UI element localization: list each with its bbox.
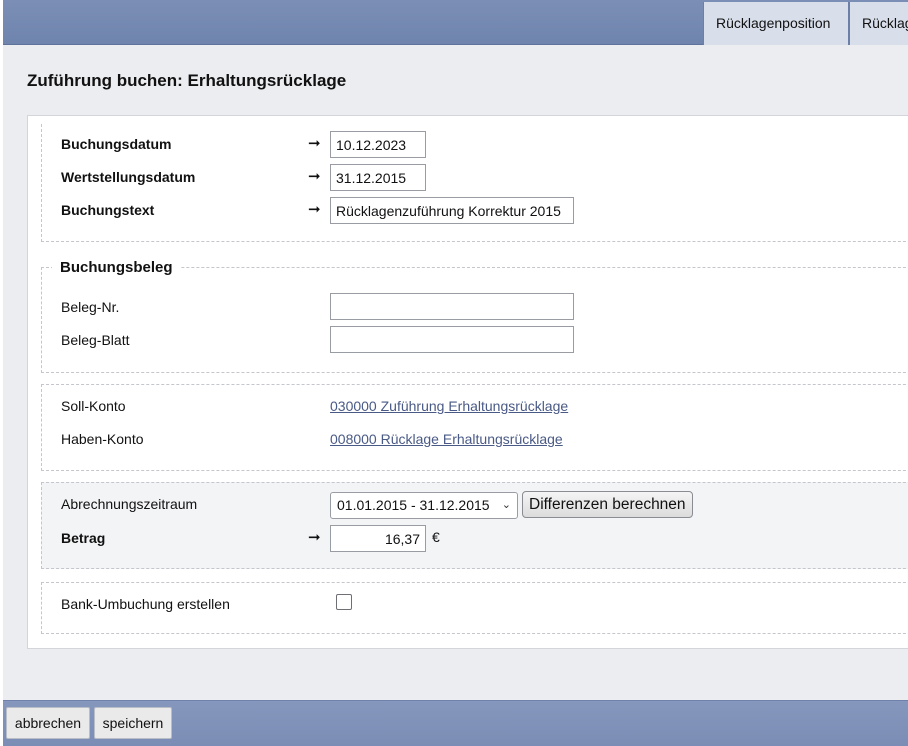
bottom-action-bar: abbrechen speichern bbox=[3, 700, 908, 746]
credit-account-link[interactable]: 008000 Rücklage Erhaltungsrücklage bbox=[330, 431, 563, 447]
page-title: Zuführung buchen: Erhaltungsrücklage bbox=[27, 71, 347, 90]
voucher-sheet-input[interactable] bbox=[330, 326, 574, 353]
amount-label: Betrag bbox=[61, 530, 106, 546]
booking-date-label: Buchungsdatum bbox=[61, 136, 172, 152]
voucher-number-label: Beleg-Nr. bbox=[61, 299, 120, 315]
tab-ruecklag[interactable]: Rücklag bbox=[849, 2, 908, 45]
booking-text-input[interactable] bbox=[330, 197, 574, 224]
currency-symbol: € bbox=[432, 529, 440, 545]
debit-account-link[interactable]: 030000 Zuführung Erhaltungsrücklage bbox=[330, 398, 568, 414]
voucher-section bbox=[41, 267, 908, 373]
voucher-sheet-label: Beleg-Blatt bbox=[61, 332, 130, 348]
required-arrow-icon: ➞ bbox=[308, 529, 321, 546]
save-button[interactable]: speichern bbox=[94, 707, 172, 739]
value-date-label: Wertstellungsdatum bbox=[61, 169, 196, 185]
top-navigation-bar: Rücklagenposition Rücklag bbox=[3, 0, 908, 45]
settlement-period-select[interactable]: 01.01.2015 - 31.12.2015 ⌄ bbox=[330, 492, 518, 519]
required-arrow-icon: ➞ bbox=[308, 168, 321, 185]
required-arrow-icon: ➞ bbox=[308, 201, 321, 218]
chevron-down-icon: ⌄ bbox=[501, 499, 511, 511]
settlement-period-label: Abrechnungszeitraum bbox=[61, 496, 198, 512]
voucher-legend: Buchungsbeleg bbox=[52, 259, 181, 276]
credit-account-label: Haben-Konto bbox=[61, 431, 144, 447]
amount-input[interactable] bbox=[330, 525, 426, 552]
cancel-button[interactable]: abbrechen bbox=[6, 707, 90, 739]
bank-transfer-label: Bank-Umbuchung erstellen bbox=[61, 596, 230, 612]
calculate-differences-button[interactable]: Differenzen berechnen bbox=[522, 491, 693, 518]
booking-date-input[interactable] bbox=[330, 131, 426, 158]
value-date-input[interactable] bbox=[330, 164, 426, 191]
booking-text-label: Buchungstext bbox=[61, 202, 155, 218]
booking-form: Buchungsdatum ➞ Wertstellungsdatum ➞ Buc… bbox=[27, 115, 908, 649]
app-window: Rücklagenposition Rücklag Zuführung buch… bbox=[3, 0, 908, 746]
tab-ruecklagenposition[interactable]: Rücklagenposition bbox=[703, 2, 849, 45]
voucher-number-input[interactable] bbox=[330, 293, 574, 320]
required-arrow-icon: ➞ bbox=[308, 135, 321, 152]
settlement-period-value: 01.01.2015 - 31.12.2015 bbox=[337, 497, 490, 513]
debit-account-label: Soll-Konto bbox=[61, 398, 126, 414]
bank-transfer-checkbox[interactable] bbox=[336, 594, 352, 610]
